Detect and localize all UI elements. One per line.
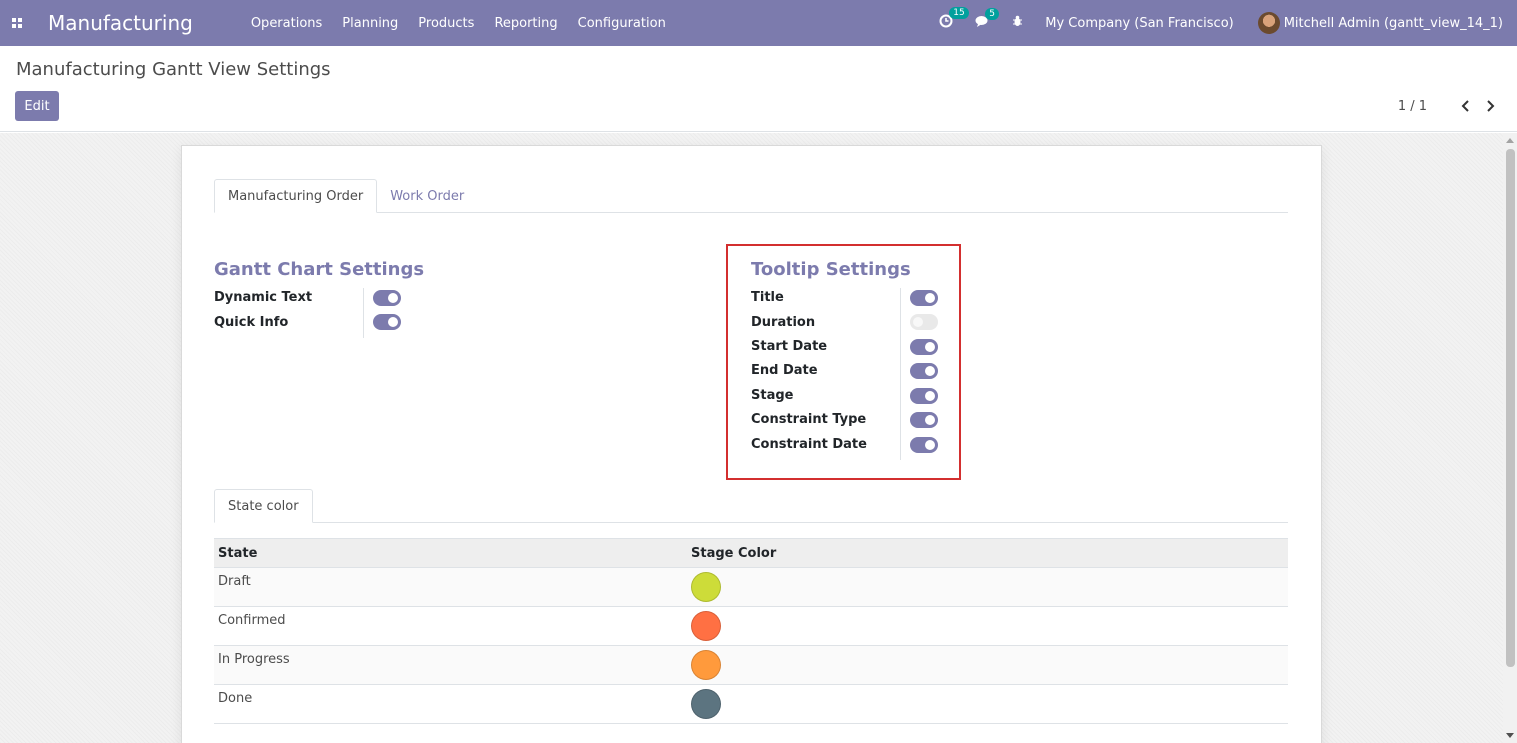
menu-planning[interactable]: Planning [342, 16, 398, 31]
pager: 1 / 1 [1398, 97, 1495, 116]
state-cell: Confirmed [218, 613, 286, 628]
color-swatch[interactable] [691, 572, 721, 602]
form-content: Manufacturing Order Work Order Gantt Cha… [0, 133, 1503, 743]
pager-previous-button[interactable] [1461, 97, 1471, 116]
tooltip-end-date-label: End Date [751, 363, 818, 378]
scrollbar-thumb[interactable] [1506, 149, 1515, 667]
messages-badge: 5 [985, 7, 999, 20]
column-header-state[interactable]: State [214, 546, 691, 561]
menu-operations[interactable]: Operations [251, 16, 322, 31]
table-body: Draft Confirmed In Progress Done [214, 568, 1288, 724]
state-cell: In Progress [218, 652, 290, 667]
tooltip-constraint-type-toggle[interactable] [910, 412, 938, 428]
quick-info-toggle[interactable] [373, 314, 401, 330]
user-menu[interactable]: Mitchell Admin (gantt_view_14_1) [1257, 12, 1503, 34]
app-name[interactable]: Manufacturing [48, 11, 193, 35]
table-row[interactable]: Done [214, 685, 1288, 724]
form-sheet: Manufacturing Order Work Order Gantt Cha… [181, 145, 1322, 743]
page-scrollbar[interactable] [1503, 133, 1517, 743]
color-swatch[interactable] [691, 689, 721, 719]
tooltip-end-date-toggle[interactable] [910, 363, 938, 379]
avatar [1257, 12, 1280, 34]
activity-clock-icon[interactable]: 15 [939, 7, 969, 32]
stage-color-cell [691, 685, 721, 723]
color-swatch[interactable] [691, 611, 721, 641]
scroll-up-arrow-icon[interactable] [1506, 138, 1514, 143]
scroll-down-arrow-icon[interactable] [1506, 733, 1514, 738]
state-cell: Done [218, 691, 253, 706]
field-divider [363, 288, 364, 338]
state-cell: Draft [218, 574, 251, 589]
pager-next-button[interactable] [1485, 97, 1495, 116]
messages-icon[interactable]: 5 [975, 7, 999, 32]
menu-configuration[interactable]: Configuration [578, 16, 666, 31]
table-row[interactable]: Draft [214, 568, 1288, 607]
table-row[interactable]: In Progress [214, 646, 1288, 685]
dynamic-text-label: Dynamic Text [214, 290, 313, 305]
tooltip-start-date-label: Start Date [751, 339, 828, 354]
main-navbar: Manufacturing Operations Planning Produc… [0, 0, 1517, 46]
tooltip-constraint-date-toggle[interactable] [910, 437, 938, 453]
tooltip-start-date-toggle[interactable] [910, 339, 938, 355]
tab-work-order[interactable]: Work Order [377, 179, 477, 213]
tooltip-stage-toggle[interactable] [910, 388, 938, 404]
debug-bug-icon[interactable] [1012, 15, 1023, 31]
tooltip-constraint-date-label: Constraint Date [751, 437, 867, 452]
tooltip-settings-title: Tooltip Settings [751, 259, 911, 280]
state-color-table: State Stage Color Draft Confirmed In Progr… [214, 538, 1288, 724]
control-panel: Manufacturing Gantt View Settings Edit 1… [0, 46, 1517, 132]
tooltip-constraint-type-label: Constraint Type [751, 412, 867, 427]
gantt-settings-title: Gantt Chart Settings [214, 259, 425, 280]
breadcrumb: Manufacturing Gantt View Settings [16, 59, 331, 80]
stage-color-cell [691, 607, 721, 645]
stage-color-cell [691, 646, 721, 684]
table-row[interactable]: Confirmed [214, 607, 1288, 646]
tooltip-duration-label: Duration [751, 315, 816, 330]
tooltip-duration-toggle[interactable] [910, 314, 938, 330]
quick-info-label: Quick Info [214, 315, 289, 330]
table-header: State Stage Color [214, 538, 1288, 568]
tooltip-title-label: Title [751, 290, 784, 305]
settings-tabs: Manufacturing Order Work Order [214, 179, 1288, 213]
user-name: Mitchell Admin (gantt_view_14_1) [1283, 15, 1503, 31]
state-color-tabs: State color [214, 489, 1288, 523]
stage-color-cell [691, 568, 721, 606]
menu-reporting[interactable]: Reporting [494, 16, 557, 31]
activity-badge: 15 [949, 7, 969, 19]
menu-products[interactable]: Products [418, 16, 474, 31]
tab-manufacturing-order[interactable]: Manufacturing Order [214, 179, 378, 213]
field-divider [900, 288, 901, 460]
tooltip-stage-label: Stage [751, 388, 794, 403]
dynamic-text-toggle[interactable] [373, 290, 401, 306]
pager-value[interactable]: 1 / 1 [1398, 99, 1427, 114]
tooltip-title-toggle[interactable] [910, 290, 938, 306]
company-switcher[interactable]: My Company (San Francisco) [1045, 16, 1233, 31]
edit-button[interactable]: Edit [15, 91, 59, 121]
tab-state-color[interactable]: State color [214, 489, 313, 523]
column-header-stage-color[interactable]: Stage Color [691, 546, 776, 561]
color-swatch[interactable] [691, 650, 721, 680]
apps-menu-icon[interactable] [0, 0, 34, 46]
